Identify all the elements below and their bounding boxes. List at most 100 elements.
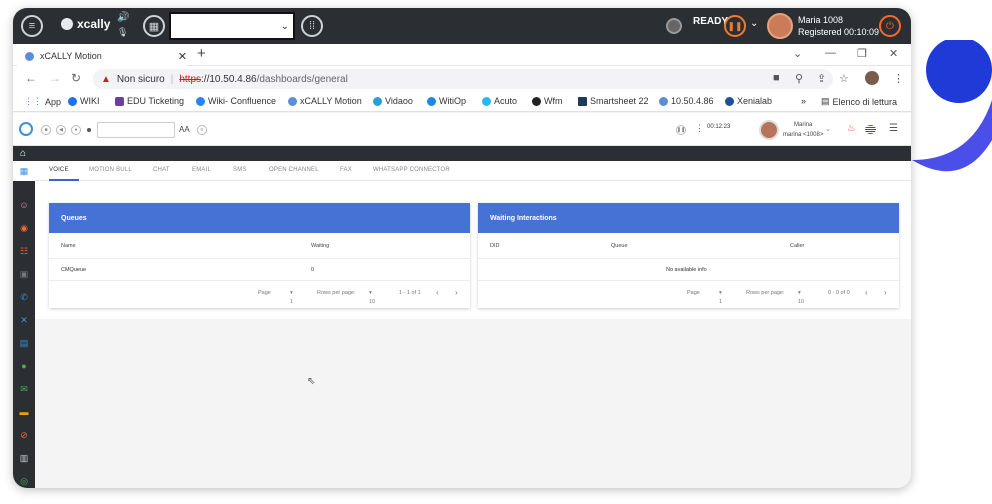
star-icon[interactable]: ☆ (839, 72, 849, 85)
agent-chevron-icon[interactable]: ⌄ (825, 125, 831, 133)
fire-icon[interactable]: ♨ (847, 123, 856, 134)
hold-icon[interactable]: ■ (41, 125, 51, 135)
number-select[interactable]: ⌄ (169, 12, 295, 40)
reload-icon[interactable]: ↻ (71, 71, 81, 85)
sidebar-item-tools-icon[interactable]: ✕ (18, 314, 30, 326)
browser-tab[interactable]: xCALLY Motion ✕ (17, 46, 187, 66)
sidebar-item-bulk-icon[interactable]: ▤ (18, 337, 30, 349)
reading-list-icon: ▤ (821, 96, 830, 106)
prev-page-icon[interactable]: ‹ (436, 288, 439, 297)
prev-page-icon[interactable]: ‹ (865, 288, 868, 297)
rows-select[interactable]: 10 ▾ (798, 290, 804, 305)
bookmark-vidaoo[interactable]: Vidaoo (373, 96, 413, 106)
sidebar-item-contacts-icon[interactable]: ☺ (18, 199, 30, 211)
mic-small-icon[interactable]: ● (71, 125, 81, 135)
mic-icon[interactable]: 🎙 (117, 27, 128, 38)
sidebar-item-openchannel-icon[interactable]: ⊘ (18, 429, 30, 441)
close-window-icon[interactable]: ✕ (889, 47, 898, 60)
back-icon[interactable]: ← (25, 71, 37, 85)
reading-list[interactable]: ▤ Elenco di lettura (821, 96, 897, 107)
bookmark-acuto[interactable]: Acuto (482, 96, 517, 106)
tab-favicon-icon (25, 51, 34, 61)
sidebar-item-calendar-icon[interactable]: ▣ (18, 268, 30, 280)
more-bookmarks[interactable]: » (801, 96, 806, 106)
sidebar-item-fax-icon[interactable]: ▥ (18, 452, 30, 464)
new-tab-button[interactable]: + (197, 45, 206, 62)
power-button[interactable]: ⏻ (879, 15, 901, 37)
status-chevron-icon[interactable]: ⌄ (750, 18, 758, 29)
next-page-icon[interactable]: › (884, 288, 887, 297)
keypad-icon[interactable]: ⁞⁞ (301, 15, 323, 37)
sidebar-item-whatsapp-icon[interactable]: ◎ (18, 475, 30, 487)
col-did[interactable]: DID (490, 243, 499, 249)
sidebar-item-help-icon[interactable]: ◉ (18, 222, 30, 234)
font-size-toggle[interactable]: AA (179, 125, 190, 134)
agent-info[interactable]: Marina marina <1008> (783, 120, 823, 140)
bookmark-xcally-motion[interactable]: xCALLY Motion (288, 96, 362, 106)
tab-sms[interactable]: SMS (233, 167, 247, 173)
bookmark-witiop[interactable]: WitiOp (427, 96, 466, 106)
tab-open-channel[interactable]: OPEN CHANNEL (269, 167, 319, 173)
app-window: ≡ xcally 🔊 🎙 ▦ ⌄ ⁞⁞ READY ❚❚ ⌄ Maria 100… (13, 8, 911, 488)
menu-lines-icon[interactable]: ☰ (889, 123, 898, 134)
dialpad-icon[interactable]: ▦ (143, 15, 165, 37)
minimize-icon[interactable]: — (825, 47, 836, 59)
camera-icon[interactable]: ■ (773, 72, 780, 84)
apps-grid-icon: ⋮⋮ (24, 96, 42, 106)
pause-small-icon[interactable]: ❚❚ (676, 125, 686, 135)
col-waiting[interactable]: Waiting (311, 243, 329, 249)
home-icon[interactable]: ⌂ (20, 148, 26, 159)
list-icon[interactable]: ≡ (197, 125, 207, 135)
table-row[interactable]: CMQueue 0 (49, 259, 470, 281)
bookmark-smartsheet[interactable]: Smartsheet 22 (578, 96, 649, 106)
col-name[interactable]: Name (61, 243, 76, 249)
tab-fax[interactable]: FAX (340, 167, 352, 173)
zoom-icon[interactable]: ⚲ (795, 72, 803, 85)
more-menu-icon[interactable]: ⋮ (893, 72, 904, 85)
volume-icon[interactable]: 🔊 (117, 12, 129, 23)
sidebar-item-chat-icon[interactable]: ● (18, 360, 30, 372)
tab-motion-bull[interactable]: MOTION BULL (89, 167, 132, 173)
tab-chat[interactable]: CHAT (153, 167, 170, 173)
restore-icon[interactable]: ❐ (857, 47, 867, 60)
tab-email[interactable]: EMAIL (192, 167, 211, 173)
bookmark-wiki[interactable]: WIKI (68, 96, 100, 106)
tab-whatsapp-connector[interactable]: WHATSAPP CONNECTOR (373, 167, 450, 173)
share-icon[interactable]: ⇪ (817, 72, 826, 85)
us-flag-icon[interactable] (865, 125, 876, 134)
url-field[interactable]: ▲ Non sicuro | https://10.50.4.86/dashbo… (93, 69, 833, 89)
pause-button[interactable]: ❚❚ (724, 15, 746, 37)
bookmark-wfm[interactable]: Wfm (532, 96, 563, 106)
speaker-icon[interactable]: ◀ (56, 125, 66, 135)
sidebar-item-sms-icon[interactable]: ▬ (18, 406, 30, 418)
bookmark-edu-ticketing[interactable]: EDU Ticketing (115, 96, 184, 106)
dial-input[interactable] (97, 122, 175, 138)
rows-select[interactable]: 10 ▾ (369, 290, 375, 305)
bookmark-ip[interactable]: 10.50.4.86 (659, 96, 714, 106)
close-tab-icon[interactable]: ✕ (178, 50, 187, 63)
page-label: Page (258, 290, 271, 296)
bookmark-xenialab[interactable]: Xenialab (725, 96, 772, 106)
bookmark-app[interactable]: ⋮⋮ App (24, 96, 61, 107)
bookmark-confluence[interactable]: Wiki- Confluence (196, 96, 276, 106)
avatar[interactable] (767, 13, 793, 39)
forward-icon[interactable]: → (49, 71, 61, 85)
mouse-cursor-icon: ⇖ (307, 376, 316, 387)
sidebar-item-team-icon[interactable]: ☷ (18, 245, 30, 257)
col-caller[interactable]: Caller (790, 243, 804, 249)
sidebar-item-email-icon[interactable]: ✉ (18, 383, 30, 395)
page-select[interactable]: 1 ▾ (290, 290, 293, 305)
page-select[interactable]: 1 ▾ (719, 290, 722, 305)
col-queue[interactable]: Queue (611, 243, 628, 249)
status-indicator (666, 18, 682, 34)
next-page-icon[interactable]: › (455, 288, 458, 297)
more-vert-icon[interactable]: ⋮ (695, 123, 704, 134)
tab-voice[interactable]: VOICE (49, 167, 69, 173)
menu-icon[interactable]: ≡ (21, 15, 43, 37)
queue-name: CMQueue (61, 267, 87, 273)
tab-search-icon[interactable]: ⌄ (793, 47, 802, 60)
profile-avatar[interactable] (865, 71, 879, 85)
agent-avatar[interactable] (759, 120, 779, 140)
sidebar-item-phone-icon[interactable]: ✆ (18, 291, 30, 303)
sidebar-item-dashboard[interactable]: ▦ (13, 161, 35, 181)
